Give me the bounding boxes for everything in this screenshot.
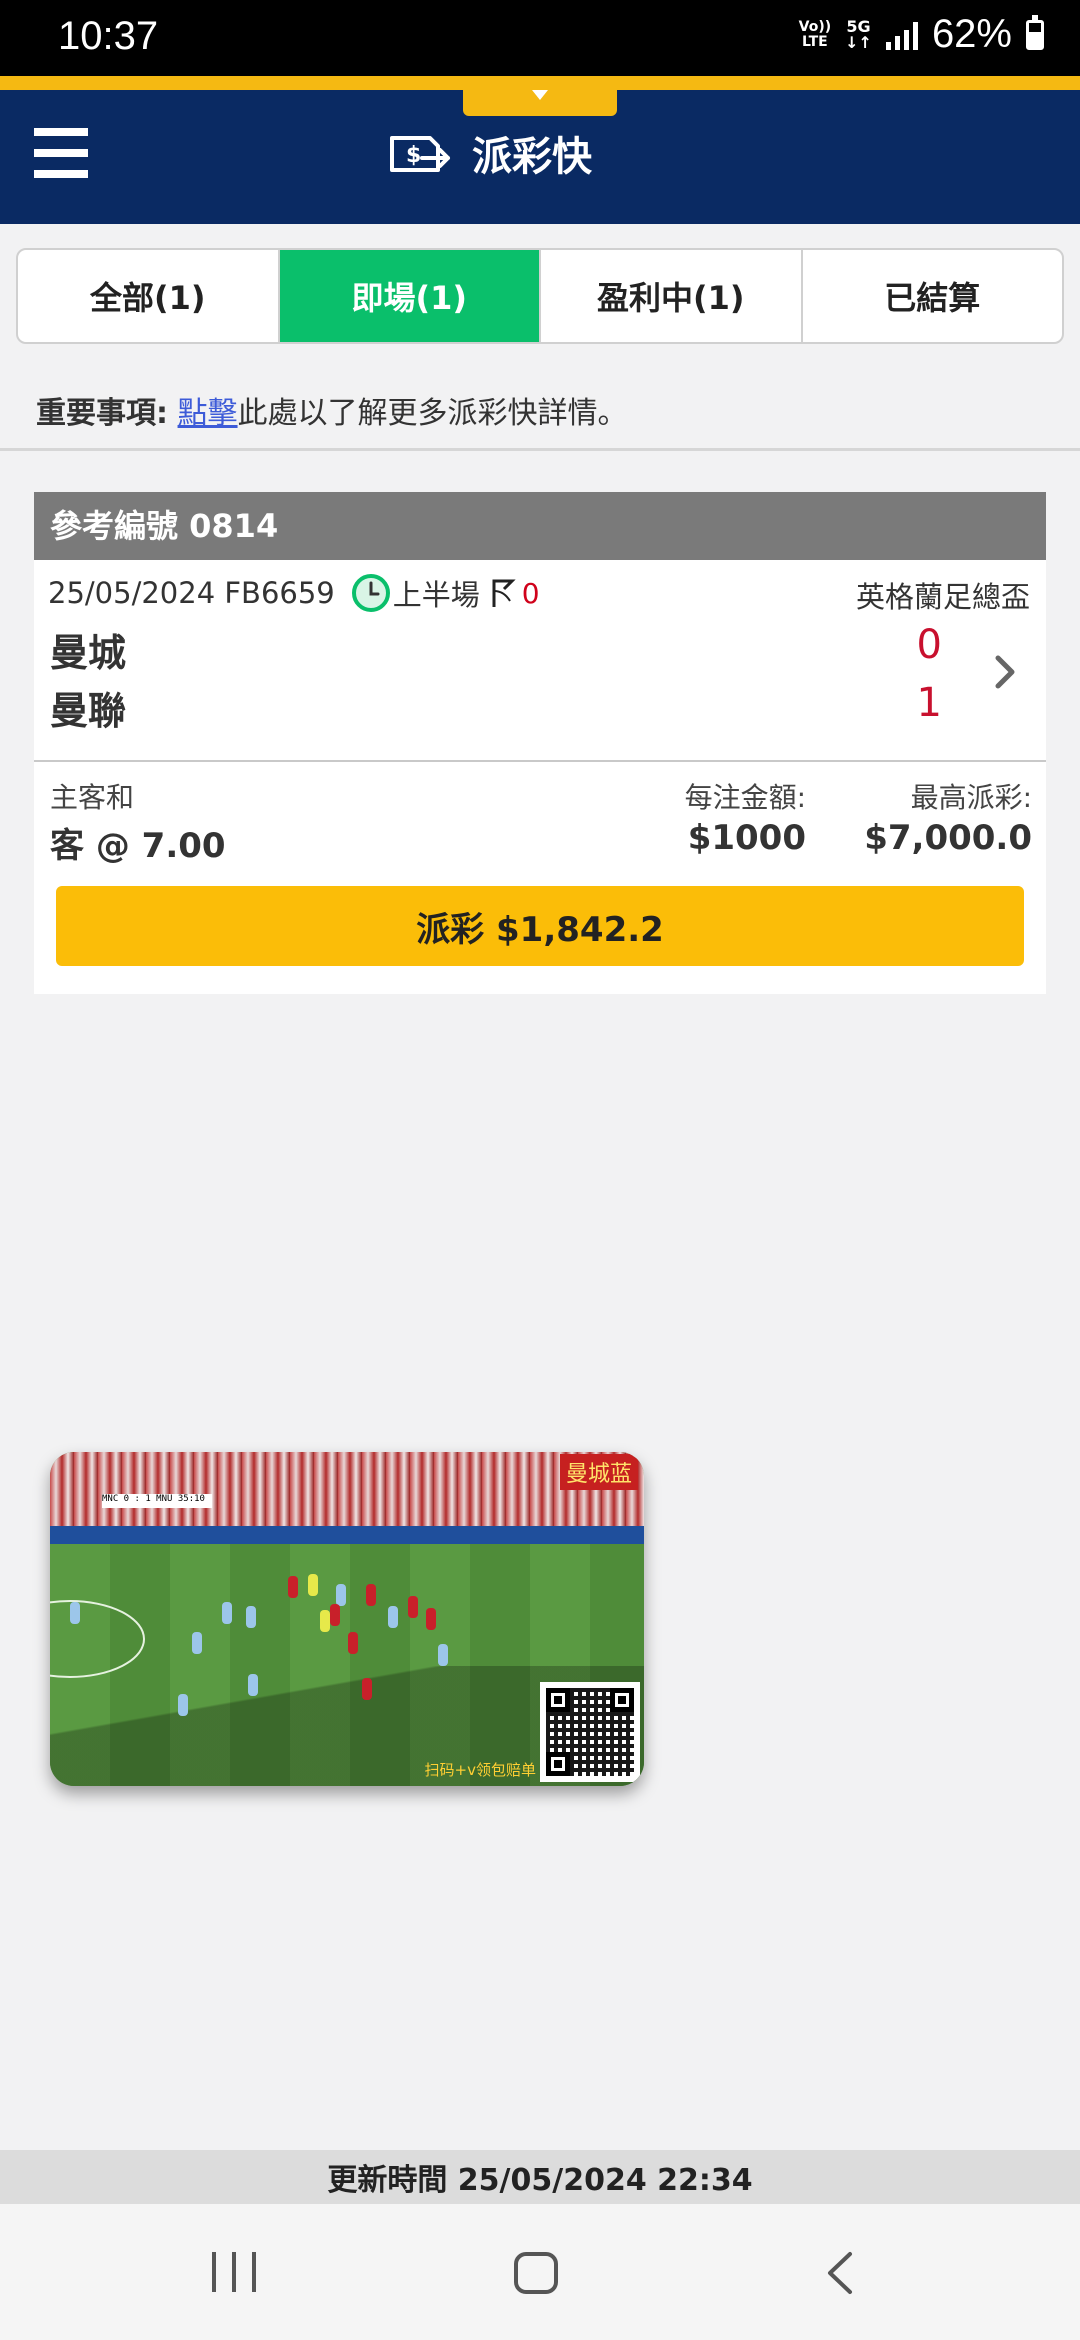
battery-percent: 62% xyxy=(931,12,1012,56)
notice-prefix: 重要事項: xyxy=(36,396,168,431)
svg-text:$: $ xyxy=(406,143,421,168)
notice-link[interactable]: 點擊 xyxy=(178,396,238,431)
tab-profitable[interactable]: 盈利中(1) xyxy=(541,250,803,342)
cash-out-icon: $ xyxy=(390,136,450,172)
menu-icon[interactable] xyxy=(34,128,88,178)
stadium-crowd xyxy=(50,1452,644,1530)
notice-text: 此處以了解更多派彩快詳情。 xyxy=(237,396,628,431)
filter-tabs: 全部(1) 即場(1) 盈利中(1) 已結算 xyxy=(16,248,1064,344)
advertising-board xyxy=(50,1526,644,1544)
pull-down-handle[interactable] xyxy=(463,76,617,116)
divider xyxy=(0,448,1080,451)
back-icon[interactable] xyxy=(820,2250,860,2296)
max-payout-amount: $7,000.0 xyxy=(864,818,1032,858)
update-time-bar: 更新時間 25/05/2024 22:34 xyxy=(0,2150,1080,2204)
battery-icon xyxy=(1026,14,1044,50)
corner-count: 0 xyxy=(521,576,540,610)
signal-icon xyxy=(885,20,918,50)
video-caption: 扫码+v领包赔单 xyxy=(424,1761,536,1779)
pitch-line-arc xyxy=(50,1600,145,1678)
selection: 客 @ 7.00 xyxy=(50,826,226,866)
page-title: 派彩快 xyxy=(472,134,592,180)
away-team: 曼聯 xyxy=(50,689,127,733)
home-icon[interactable] xyxy=(514,2252,558,2294)
volte-indicator: Vo)) LTE xyxy=(798,18,832,50)
corner-flag-icon xyxy=(492,579,516,607)
status-bar: 10:37 Vo)) LTE 5G ↓↑ 62% xyxy=(0,0,1080,76)
system-nav-bar xyxy=(0,2204,1080,2340)
status-time: 10:37 xyxy=(58,14,159,58)
chevron-right-icon[interactable] xyxy=(990,652,1020,692)
max-payout-label: 最高派彩: xyxy=(910,781,1032,814)
match-period: 上半場 xyxy=(392,578,480,612)
card-divider xyxy=(34,760,1046,762)
match-scorebug: MNC 0 : 1 MNU 35:10 xyxy=(102,1494,212,1508)
tab-settled[interactable]: 已結算 xyxy=(803,250,1063,342)
video-watermark-tag: 曼城蓝 xyxy=(559,1454,638,1490)
match-date-code: 25/05/2024 FB6659 xyxy=(48,576,335,610)
tab-all[interactable]: 全部(1) xyxy=(18,250,280,342)
clock-icon xyxy=(351,574,390,612)
cash-out-button[interactable]: 派彩 $1,842.2 xyxy=(56,886,1024,966)
floating-video-player[interactable]: MNC 0 : 1 MNU 35:10 曼城蓝 扫码+v领包赔单 xyxy=(50,1452,644,1786)
home-score: 0 xyxy=(916,622,942,668)
important-notice: 重要事項: 點擊此處以了解更多派彩快詳情。 xyxy=(36,388,628,432)
tab-in-play[interactable]: 即場(1) xyxy=(279,250,541,342)
bet-reference: 參考編號 0814 xyxy=(34,492,1046,560)
league-name: 英格蘭足總盃 xyxy=(855,580,1030,614)
5g-indicator: 5G ↓↑ xyxy=(845,16,872,52)
stake-label: 每注金額: xyxy=(684,781,806,814)
stake-amount: $1000 xyxy=(687,818,806,858)
bet-card[interactable]: 參考編號 0814 25/05/2024 FB6659 上半場 0 英格蘭足總盃… xyxy=(34,492,1046,994)
match-info: 25/05/2024 FB6659 上半場 0 xyxy=(48,572,540,614)
home-team: 曼城 xyxy=(50,631,127,675)
status-icons: Vo)) LTE 5G ↓↑ 62% xyxy=(799,12,1044,57)
away-score: 1 xyxy=(916,680,942,726)
market-label: 主客和 xyxy=(50,781,135,814)
qr-code xyxy=(540,1682,640,1782)
header-title-group: $ 派彩快 xyxy=(382,124,592,182)
recent-apps-icon[interactable] xyxy=(212,2252,256,2292)
